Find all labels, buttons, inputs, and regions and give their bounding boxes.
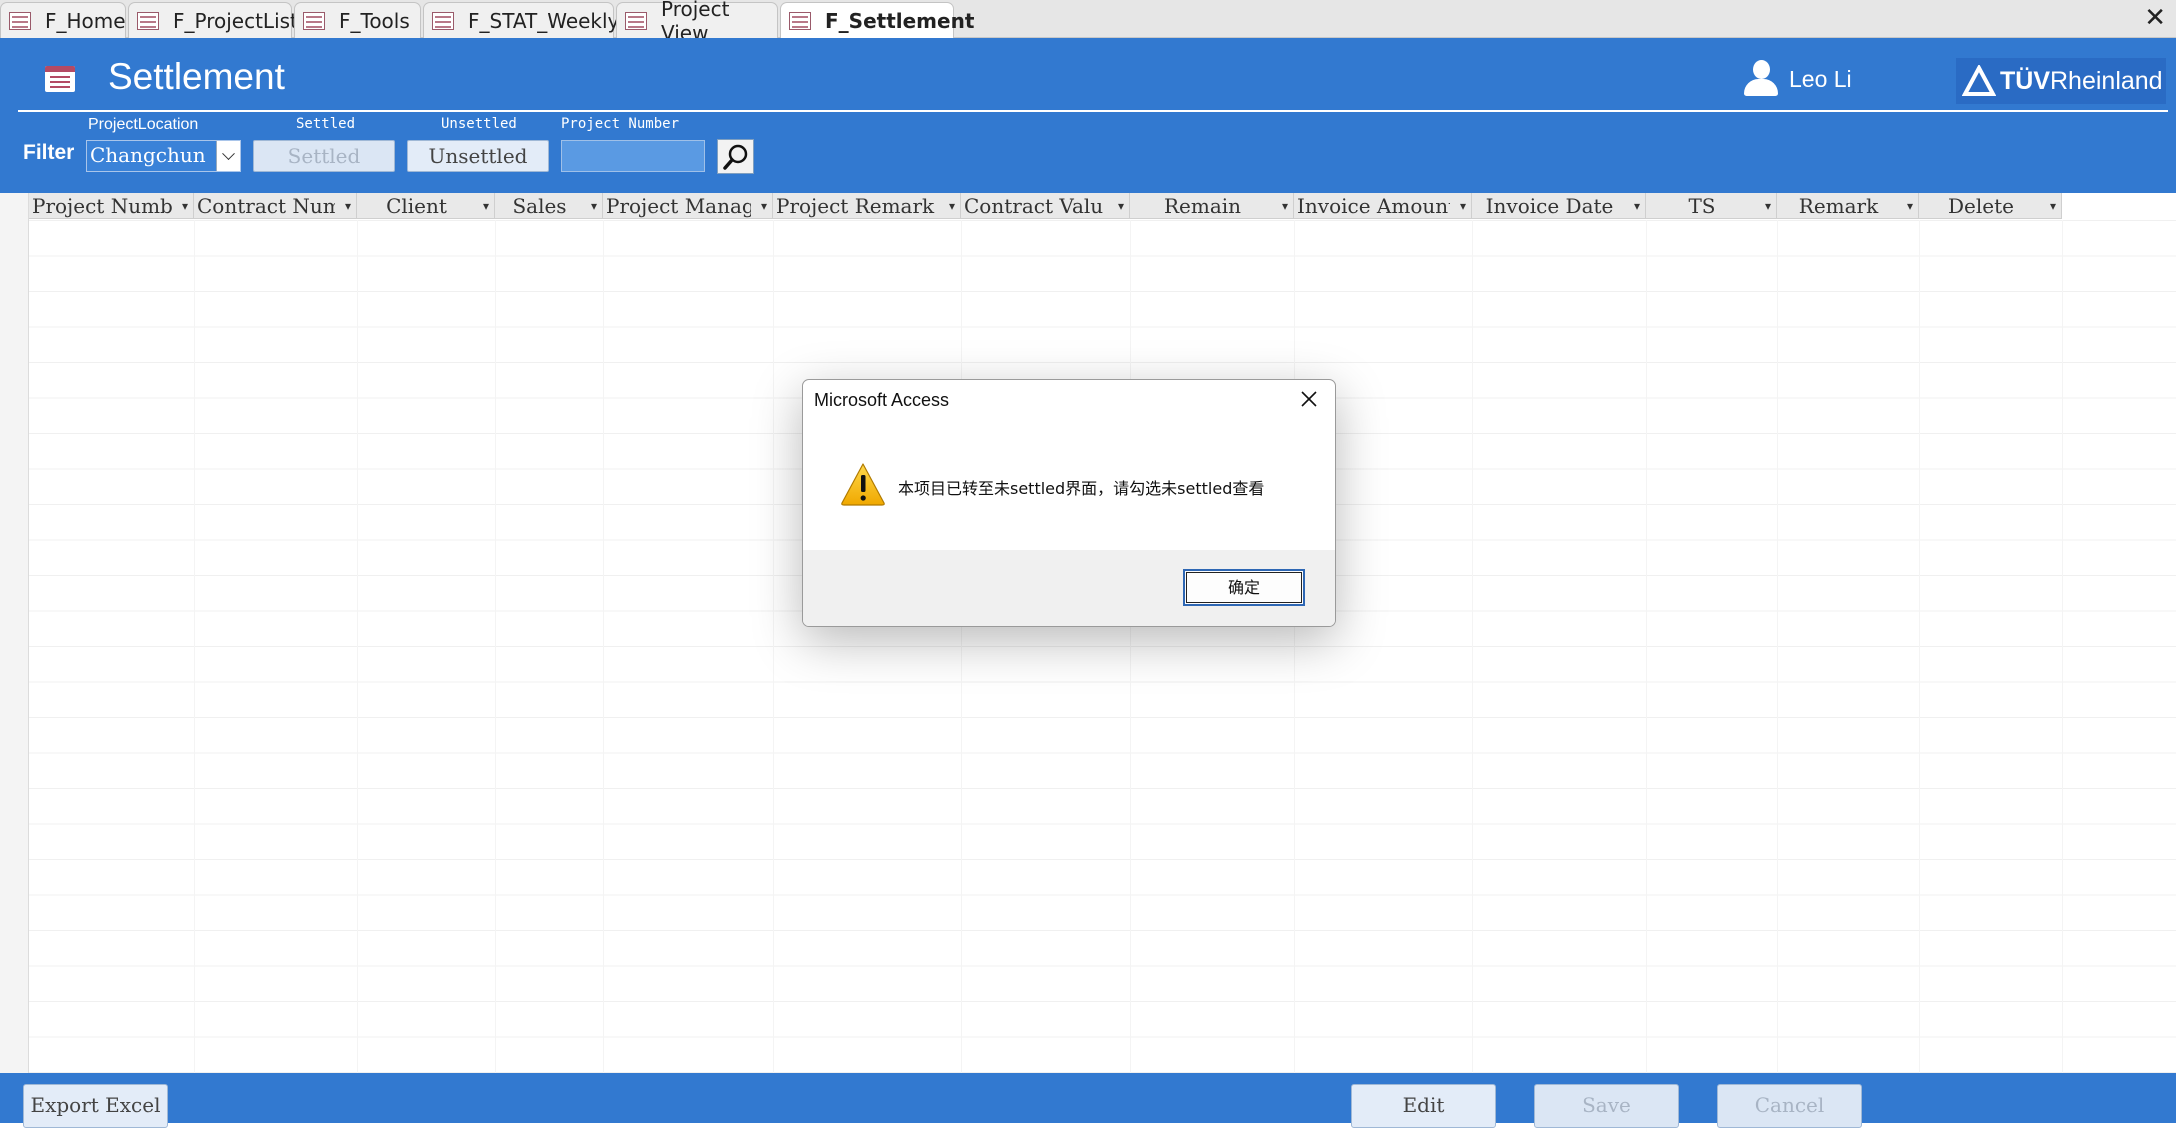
column-header-invoice-date[interactable]: Invoice Date ▾ (1472, 193, 1646, 219)
dialog-message: 本项目已转至未settled界面，请勾选未settled查看 (898, 479, 1265, 498)
user-name: Leo Li (1789, 66, 1852, 92)
project-number-input[interactable] (561, 140, 705, 172)
settled-toggle-button[interactable]: Settled (253, 140, 395, 172)
form-icon (303, 11, 325, 30)
column-header-ts[interactable]: TS ▾ (1646, 193, 1777, 219)
search-button[interactable] (717, 139, 754, 174)
column-header-remark[interactable]: Remark ▾ (1777, 193, 1919, 219)
column-header-project-remark[interactable]: Project Remark ▾ (773, 193, 961, 219)
tab-f-stat-weekly[interactable]: F_STAT_Weekly (423, 2, 619, 38)
tuv-rheinland-logo: TÜVRheinland (1956, 58, 2166, 104)
page-title: Settlement (108, 56, 285, 97)
warning-icon (841, 463, 885, 506)
unsettled-toggle-button[interactable]: Unsettled (407, 140, 549, 172)
tab-f-settlement[interactable]: F_Settlement (780, 2, 974, 39)
form-icon (9, 11, 31, 30)
triangle-logo-icon (1962, 65, 1996, 96)
dropdown-arrow-icon: ▾ (590, 199, 597, 213)
form-icon (45, 66, 75, 92)
unsettled-caption: Unsettled (441, 116, 517, 132)
form-icon (625, 11, 647, 30)
form-icon (432, 11, 454, 30)
save-button[interactable]: Save (1534, 1084, 1679, 1128)
ok-button[interactable]: 确定 (1183, 569, 1305, 606)
tab-label: F_Settlement (825, 9, 975, 33)
form-icon (137, 11, 159, 30)
column-header-contract-value[interactable]: Contract Valu ▾ (961, 193, 1130, 219)
dropdown-arrow-icon: ▾ (1906, 199, 1913, 213)
cancel-button[interactable]: Cancel (1717, 1084, 1862, 1128)
tab-project-view[interactable]: Project View (616, 0, 778, 45)
chevron-down-icon[interactable] (216, 141, 240, 171)
tab-f-tools[interactable]: F_Tools (294, 2, 421, 38)
dropdown-arrow-icon: ▾ (2049, 199, 2056, 213)
dropdown-arrow-icon: ▾ (1281, 199, 1288, 213)
column-header-project-number[interactable]: Project Number▾ (29, 193, 194, 219)
dialog-body: 本项目已转至未settled界面，请勾选未settled查看 (803, 424, 1335, 530)
user-icon (1742, 60, 1780, 96)
dropdown-arrow-icon: ▾ (482, 199, 489, 213)
tab-label: F_Tools (339, 8, 410, 33)
close-document-icon[interactable]: ✕ (2144, 4, 2166, 32)
document-tab-strip: F_Home F_ProjectList F_Tools F_STAT_Week… (0, 0, 2176, 45)
tab-label: F_STAT_Weekly (468, 8, 620, 33)
logo-text: TÜVRheinland (2000, 66, 2163, 95)
dropdown-arrow-icon: ▾ (1459, 199, 1466, 213)
column-header-remain[interactable]: Remain ▾ (1130, 193, 1294, 219)
edit-button[interactable]: Edit (1351, 1084, 1496, 1128)
dropdown-arrow-icon: ▾ (760, 199, 767, 213)
dropdown-arrow-icon: ▾ (1117, 199, 1124, 213)
form-footer: Export Excel Edit Save Cancel (0, 1073, 2176, 1128)
settled-caption: Settled (296, 116, 356, 132)
dropdown-arrow-icon: ▾ (181, 199, 188, 213)
column-header-delete[interactable]: Delete ▾ (1919, 193, 2062, 219)
settlement-datasheet[interactable]: Project Number▾ Contract Num▾ Client▾ Sa… (0, 193, 2176, 1073)
dropdown-arrow-icon: ▾ (344, 199, 351, 213)
project-location-value[interactable]: Changchun (87, 141, 216, 171)
tab-f-home[interactable]: F_Home (0, 2, 126, 38)
column-header-sales[interactable]: Sales ▾ (495, 193, 603, 219)
dropdown-arrow-icon: ▾ (1764, 199, 1771, 213)
record-selector-column[interactable] (0, 193, 29, 1073)
form-icon (789, 12, 811, 30)
filter-label: Filter (23, 141, 75, 164)
project-location-caption: ProjectLocation (88, 116, 199, 133)
project-number-caption: Project Number (561, 116, 680, 132)
column-header-project-manager[interactable]: Project Manag ▾ (603, 193, 773, 219)
dialog-title: Microsoft Access (814, 390, 950, 410)
message-dialog: Microsoft Access 本项目已转至未settled界面，请勾选未se… (802, 379, 1336, 627)
close-icon[interactable] (1291, 384, 1327, 414)
header-divider (18, 110, 2168, 112)
column-header-client[interactable]: Client ▾ (357, 193, 495, 219)
search-icon (722, 144, 747, 170)
column-header-invoice-amount[interactable]: Invoice Amount ▾ (1294, 193, 1472, 219)
project-location-combobox[interactable]: Changchun (86, 140, 241, 172)
dropdown-arrow-icon: ▾ (948, 199, 955, 213)
tab-f-projectlist[interactable]: F_ProjectList (128, 2, 298, 38)
dropdown-arrow-icon: ▾ (1633, 199, 1640, 213)
column-header-contract-number[interactable]: Contract Num ▾ (194, 193, 357, 219)
grid-lines (29, 220, 2176, 1073)
tab-label: F_Home (45, 8, 126, 33)
export-excel-button[interactable]: Export Excel (23, 1084, 168, 1128)
tab-label: F_ProjectList (173, 8, 298, 33)
